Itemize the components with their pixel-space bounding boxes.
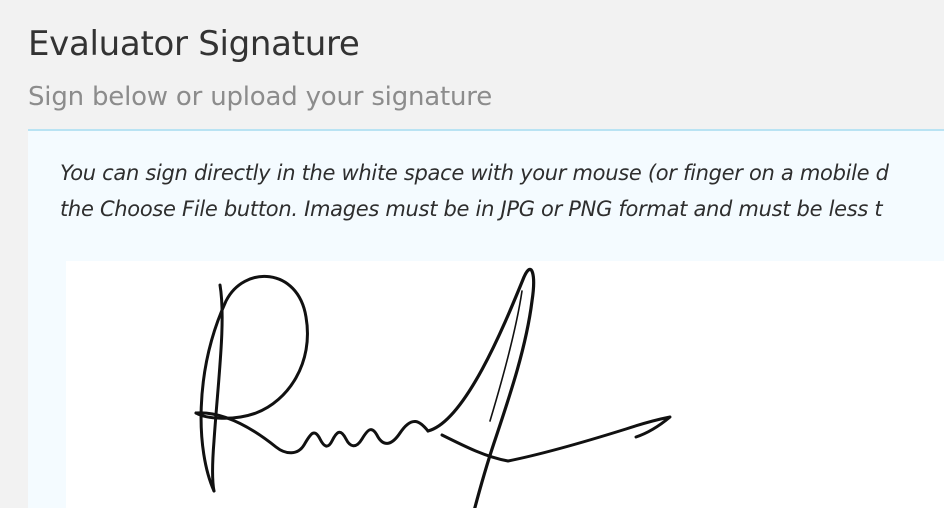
signature-stroke: [426, 267, 536, 508]
instructions-line-2: the Choose File button. Images must be i…: [60, 197, 883, 221]
signature-drawing: [194, 267, 672, 508]
signature-stroke: [440, 415, 672, 463]
signature-instructions: You can sign directly in the white space…: [60, 155, 944, 227]
page-subtitle: Sign below or upload your signature: [28, 82, 493, 112]
signature-panel: You can sign directly in the white space…: [28, 129, 944, 508]
instructions-line-1: You can sign directly in the white space…: [60, 161, 889, 185]
signature-stroke: [194, 411, 430, 455]
page-title: Evaluator Signature: [28, 24, 360, 64]
signature-pad[interactable]: [66, 261, 944, 508]
